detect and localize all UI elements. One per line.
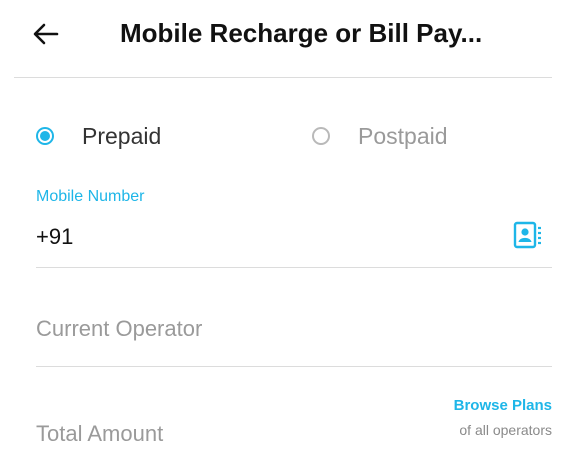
postpaid-radio[interactable]: Postpaid: [312, 116, 448, 156]
contacts-button[interactable]: [510, 220, 546, 250]
mobile-field-divider: [36, 267, 552, 268]
recharge-screen: Mobile Recharge or Bill Pay... Prepaid P…: [0, 0, 566, 458]
operator-field-divider: [36, 366, 552, 367]
browse-plans-link[interactable]: Browse Plans of all operators: [454, 396, 552, 440]
prepaid-label: Prepaid: [82, 122, 162, 149]
postpaid-label: Postpaid: [358, 122, 448, 149]
app-header: Mobile Recharge or Bill Pay...: [0, 0, 566, 78]
browse-plans-subtitle: of all operators: [459, 422, 552, 438]
back-button[interactable]: [26, 14, 66, 54]
total-amount-input[interactable]: [36, 416, 376, 452]
mobile-number-input[interactable]: [36, 220, 476, 254]
browse-plans-title: Browse Plans: [453, 397, 552, 414]
arrow-left-icon: [33, 23, 59, 45]
mobile-number-label: Mobile Number: [36, 188, 145, 205]
radio-selected-icon: [36, 127, 54, 145]
prepaid-radio[interactable]: Prepaid: [36, 116, 161, 156]
page-title: Mobile Recharge or Bill Pay...: [120, 18, 483, 48]
header-divider: [14, 77, 552, 78]
radio-unselected-icon: [312, 127, 330, 145]
current-operator-field[interactable]: Current Operator: [36, 316, 552, 352]
contact-book-icon: [513, 221, 541, 249]
